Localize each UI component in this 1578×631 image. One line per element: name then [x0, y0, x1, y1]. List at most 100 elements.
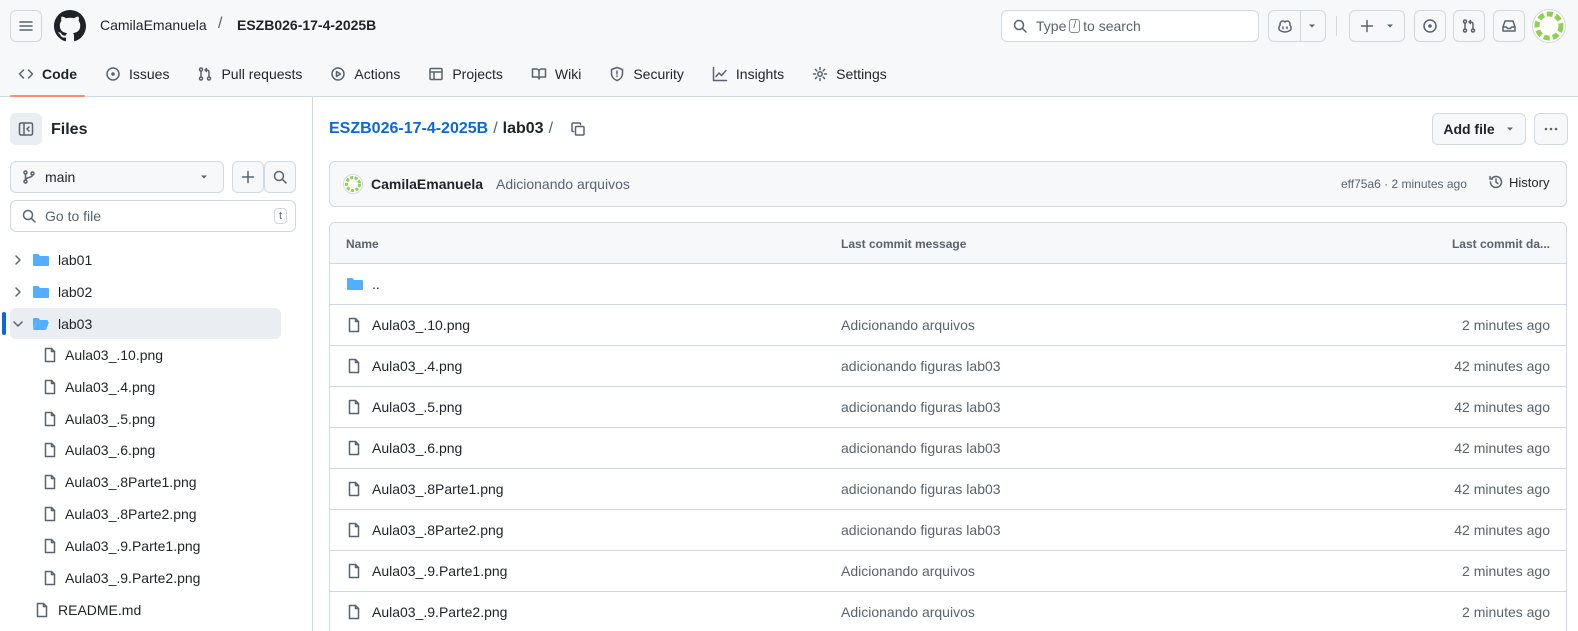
tree-item-file[interactable]: Aula03_.9.Parte1.png	[42, 531, 200, 561]
branch-selector[interactable]: main	[10, 161, 224, 193]
file-name-link[interactable]: Aula03_.10.png	[372, 317, 470, 333]
tree-item-file[interactable]: Aula03_.8Parte1.png	[42, 467, 197, 497]
menu-icon	[19, 21, 33, 31]
table-row[interactable]: Aula03_.5.png adicionando figuras lab03 …	[330, 387, 1566, 428]
tab-label: Security	[633, 66, 684, 82]
table-row[interactable]: Aula03_.10.png Adicionando arquivos 2 mi…	[330, 305, 1566, 346]
pull-requests-button[interactable]	[1453, 10, 1485, 42]
commit-message-link[interactable]: Adicionando arquivos	[841, 604, 975, 620]
tree-item-folder[interactable]: lab02	[10, 277, 92, 307]
commit-message-link[interactable]: adicionando figuras lab03	[841, 440, 1001, 456]
shield-icon	[611, 66, 624, 82]
column-header-date: Last commit da...	[1451, 237, 1550, 251]
collapse-sidebar-button[interactable]	[10, 113, 42, 145]
file-icon	[44, 538, 56, 554]
file-name-link[interactable]: Aula03_.9.Parte1.png	[372, 563, 507, 579]
tree-item-file[interactable]: README.md	[34, 595, 141, 625]
tree-item-folder[interactable]: lab01	[10, 245, 92, 275]
copy-path-button[interactable]	[570, 121, 586, 137]
tree-item-label: Aula03_.5.png	[65, 411, 156, 427]
add-file-button[interactable]	[232, 161, 264, 193]
commit-message[interactable]: Adicionando arquivos	[496, 176, 630, 192]
tree-item-folder-open[interactable]: lab03	[10, 309, 92, 339]
author-avatar[interactable]	[343, 174, 363, 194]
copilot-button[interactable]	[1268, 10, 1326, 42]
file-name-link[interactable]: Aula03_.9.Parte2.png	[372, 604, 507, 620]
inbox-button[interactable]	[1493, 10, 1525, 42]
folder-icon	[33, 254, 49, 266]
tab-actions[interactable]: Actions	[320, 55, 410, 93]
tab-settings[interactable]: Settings	[802, 55, 897, 93]
tab-insights[interactable]: Insights	[702, 55, 794, 93]
avatar[interactable]	[1532, 9, 1566, 43]
chevron-down-icon	[1387, 24, 1393, 28]
table-row[interactable]: Aula03_.6.png adicionando figuras lab03 …	[330, 428, 1566, 469]
breadcrumb-repo-link[interactable]: ESZB026-17-4-2025B	[329, 120, 488, 138]
commit-date: 2 minutes ago	[1462, 317, 1550, 333]
pull-request-icon	[199, 67, 212, 81]
tree-item-file[interactable]: Aula03_.8Parte2.png	[42, 499, 197, 529]
files-title: Files	[51, 121, 88, 138]
commit-message-link[interactable]: Adicionando arquivos	[841, 563, 975, 579]
github-logo[interactable]	[54, 10, 86, 42]
tree-item-file[interactable]: Aula03_.9.Parte2.png	[42, 563, 200, 593]
commit-message-link[interactable]: adicionando figuras lab03	[841, 358, 1001, 374]
commit-author[interactable]: CamilaEmanuela	[371, 176, 483, 192]
file-name-link[interactable]: Aula03_.8Parte2.png	[372, 522, 504, 538]
repo-name-link[interactable]: ESZB026-17-4-2025B	[237, 17, 376, 33]
file-name-link[interactable]: Aula03_.6.png	[372, 440, 462, 456]
table-row[interactable]: Aula03_.4.png adicionando figuras lab03 …	[330, 346, 1566, 387]
tree-item-label: README.md	[58, 602, 142, 618]
tab-label: Actions	[354, 66, 401, 82]
commit-message-link[interactable]: Adicionando arquivos	[841, 317, 975, 333]
table-row[interactable]: Aula03_.9.Parte1.png Adicionando arquivo…	[330, 551, 1566, 592]
tree-item-file[interactable]: Aula03_.10.png	[42, 340, 163, 370]
tree-item-file[interactable]: Aula03_.6.png	[42, 435, 155, 465]
file-icon	[36, 602, 48, 618]
more-options-button[interactable]	[1534, 113, 1568, 145]
search-prefix: Type	[1036, 18, 1067, 34]
parent-directory-link[interactable]: ..	[372, 276, 380, 292]
tree-item-file[interactable]: Aula03_.5.png	[42, 404, 155, 434]
chevron-right-icon	[15, 287, 21, 297]
tree-item-file[interactable]: Aula03_.4.png	[42, 372, 155, 402]
file-name-link[interactable]: Aula03_.5.png	[372, 399, 462, 415]
menu-button[interactable]	[10, 10, 42, 42]
breadcrumb-current-folder: lab03	[502, 120, 544, 137]
parent-directory-row[interactable]: ..	[330, 264, 1566, 305]
issues-button[interactable]	[1414, 10, 1446, 42]
file-icon	[44, 379, 56, 395]
search-files-button[interactable]	[264, 161, 296, 193]
branch-icon	[23, 170, 35, 184]
tab-security[interactable]: Security	[599, 55, 694, 93]
tab-wiki[interactable]: Wiki	[521, 55, 591, 93]
table-row[interactable]: Aula03_.8Parte2.png adicionando figuras …	[330, 510, 1566, 551]
commit-message-link[interactable]: adicionando figuras lab03	[841, 481, 1001, 497]
tab-pull-requests[interactable]: Pull requests	[187, 55, 312, 93]
repo-owner-link[interactable]: CamilaEmanuela	[100, 17, 207, 33]
plus-icon	[1360, 19, 1374, 33]
tab-label: Wiki	[554, 66, 582, 82]
table-row[interactable]: Aula03_.9.Parte2.png Adicionando arquivo…	[330, 592, 1566, 631]
header-divider	[1336, 16, 1337, 36]
file-name-link[interactable]: Aula03_.4.png	[372, 358, 462, 374]
tree-item-label: Aula03_.9.Parte2.png	[65, 570, 201, 586]
commit-sha-time[interactable]: eff75a6 · 2 minutes ago	[1341, 177, 1467, 191]
app-header: CamilaEmanuela / ESZB026-17-4-2025B Type…	[0, 0, 1578, 97]
history-button[interactable]: History	[1488, 174, 1549, 190]
file-name-link[interactable]: Aula03_.8Parte1.png	[372, 481, 504, 497]
search-input[interactable]: Type / to search	[1001, 10, 1259, 42]
table-row[interactable]: Aula03_.8Parte1.png adicionando figuras …	[330, 469, 1566, 510]
tab-issues[interactable]: Issues	[95, 55, 179, 93]
commit-message-link[interactable]: adicionando figuras lab03	[841, 522, 1001, 538]
tab-code[interactable]: Code	[8, 55, 87, 97]
tab-projects[interactable]: Projects	[418, 55, 513, 93]
table-icon	[429, 67, 444, 81]
add-file-label: Add file	[1443, 121, 1495, 137]
add-file-dropdown[interactable]: Add file	[1432, 113, 1526, 145]
search-icon	[1013, 19, 1027, 33]
go-to-file-input[interactable]: Go to file t	[10, 200, 296, 232]
commit-date: 42 minutes ago	[1454, 522, 1550, 538]
commit-message-link[interactable]: adicionando figuras lab03	[841, 399, 1001, 415]
create-new-button[interactable]	[1349, 10, 1405, 42]
